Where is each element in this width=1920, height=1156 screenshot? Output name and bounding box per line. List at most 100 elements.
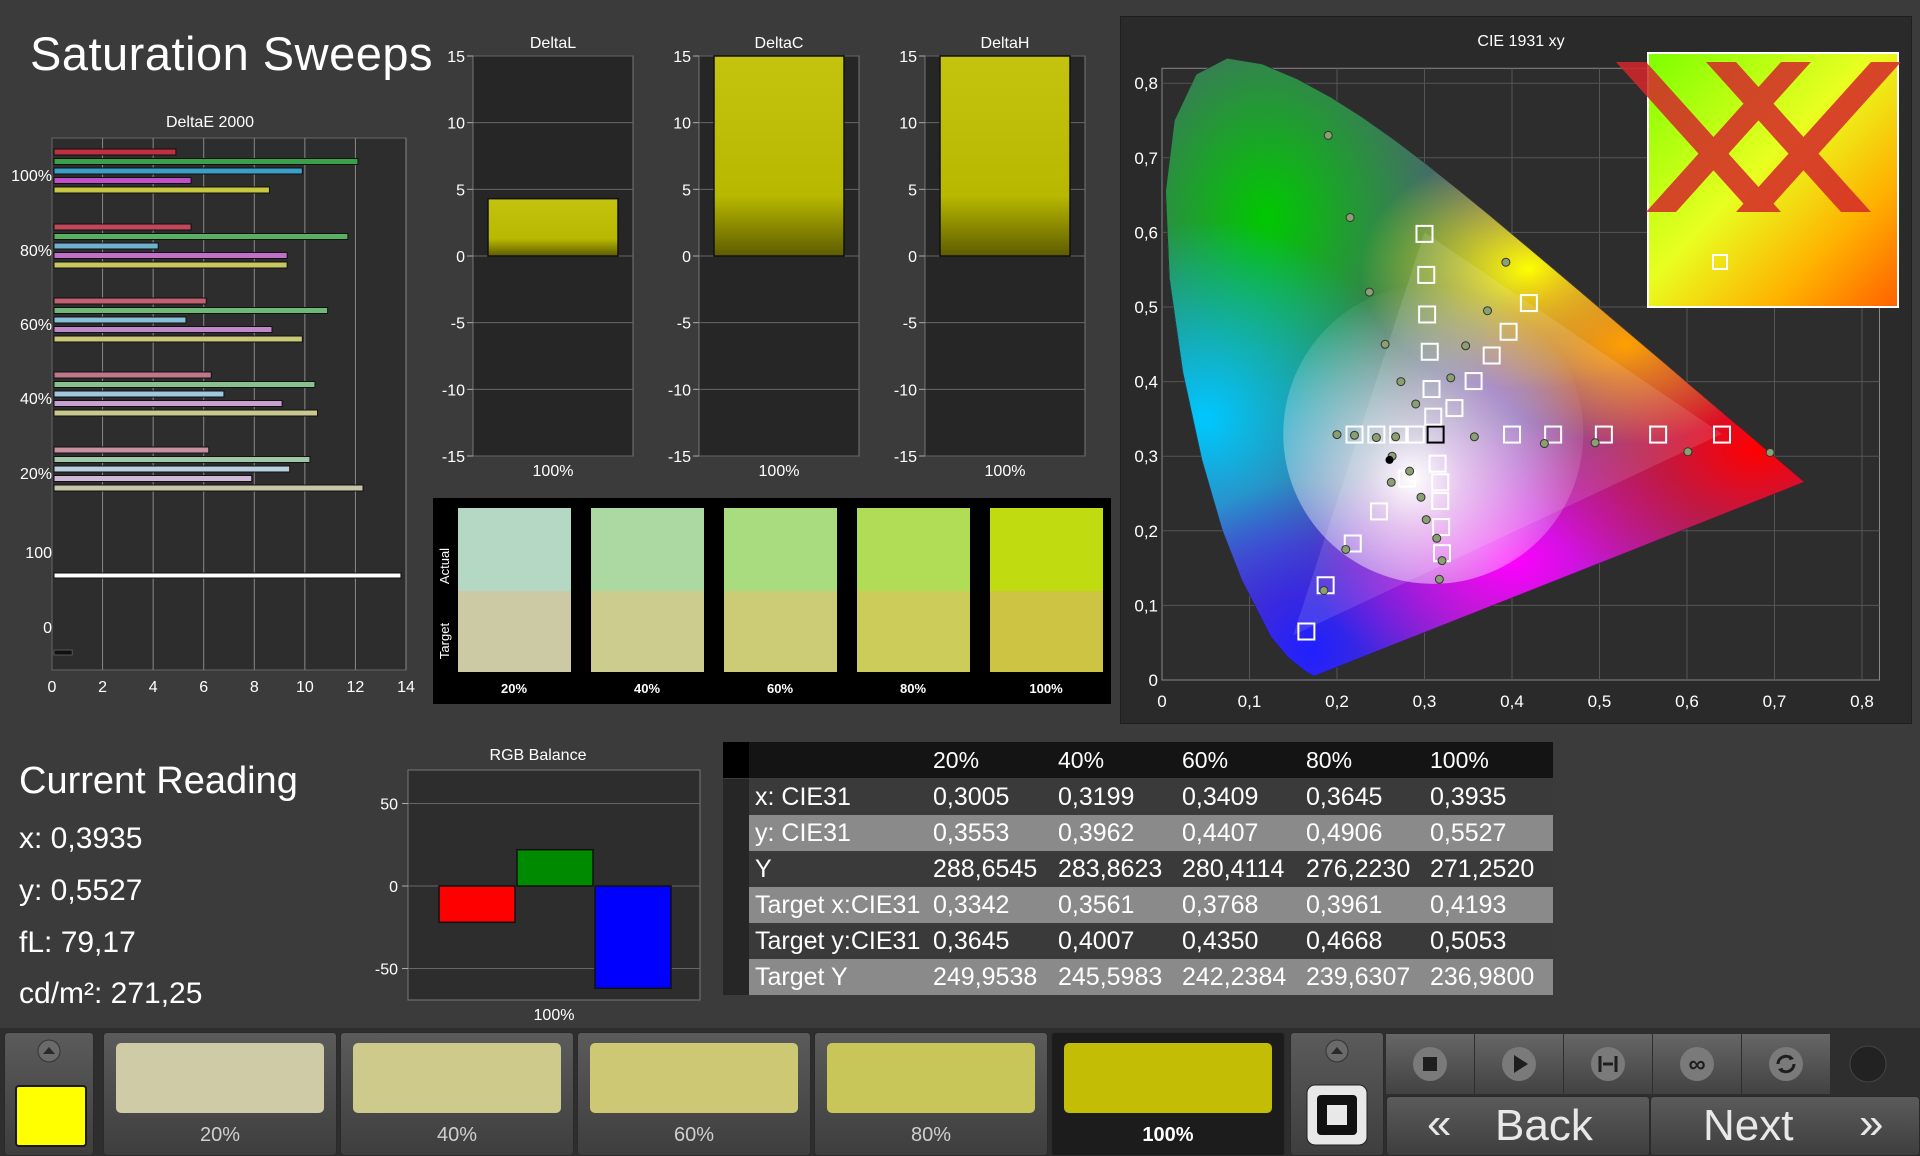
table-cell: 0,4193 — [1430, 891, 1507, 919]
deltae-bar — [53, 148, 177, 156]
actual-swatch — [458, 508, 571, 591]
actual-swatch — [857, 508, 970, 591]
reading-x: x: 0,3935 — [19, 822, 143, 855]
cie-panel: CIE 1931 xy 0 0,1 0,2 0,3 0,4 0,5 0,6 0,7 0,8 0 0,… — [1120, 16, 1912, 724]
table-cell: 0,3768 — [1182, 891, 1259, 919]
deltae-bar — [53, 252, 288, 259]
table-cell: 0,3409 — [1182, 783, 1259, 811]
deltae-bar — [53, 409, 318, 417]
cie-measured-point — [1364, 287, 1374, 297]
rgb-tick-label: 0 — [389, 879, 398, 896]
cie-measured-point — [1469, 432, 1479, 442]
cie-x-tick: 0,8 — [1850, 692, 1874, 711]
deltae-bar — [53, 335, 303, 343]
cie-measured-point — [1446, 373, 1456, 383]
table-row: y: CIE31 0,3553 0,3962 0,4407 0,4906 0,5527 — [723, 815, 1553, 851]
cie-measured-point — [1483, 306, 1492, 316]
current-reading-title: Current Reading — [19, 760, 298, 802]
deltae-bar — [53, 297, 207, 305]
cie-measured-point — [1323, 130, 1333, 140]
table-cell: 0,4350 — [1182, 927, 1259, 955]
cie-measured-point — [1371, 433, 1381, 443]
cie-measured-point — [1416, 492, 1426, 502]
delta-chart-label: 100% — [533, 463, 574, 480]
cie-y-tick: 0,1 — [1134, 596, 1158, 615]
step-button-40pct[interactable]: 40% — [340, 1032, 574, 1156]
deltae-bar — [53, 223, 192, 231]
table-row-label: y: CIE31 — [755, 819, 851, 847]
refresh-icon — [1769, 1047, 1803, 1081]
table-cell: 283,8623 — [1058, 855, 1163, 883]
cie-measured-point — [1539, 439, 1549, 449]
table-row: Target x:CIE31 0,3342 0,3561 0,3768 0,3961 0,… — [723, 887, 1553, 923]
next-button[interactable]: Next » — [1650, 1096, 1920, 1156]
delta-chart-deltac: DeltaC 15 10 5 0 -5 -10 -15 100% — [668, 35, 860, 480]
delta-tick-label: 10 — [447, 116, 465, 133]
target-swatch — [724, 591, 837, 672]
step-swatch — [353, 1043, 561, 1113]
delta-chart-title: DeltaH — [981, 35, 1030, 52]
table-cell: 245,5983 — [1058, 963, 1163, 991]
cie-y-tick: 0 — [1149, 671, 1158, 690]
table-row-label: Target x:CIE31 — [755, 891, 921, 919]
step-button-100pct[interactable]: 100% — [1051, 1032, 1285, 1156]
measure-range-button[interactable] — [1564, 1034, 1653, 1094]
deltae-bar — [53, 326, 273, 333]
cie-y-tick: 0,4 — [1134, 373, 1158, 392]
table-row-marker — [723, 815, 749, 851]
delta-tick-label: -10 — [894, 382, 917, 399]
step-button-60pct[interactable]: 60% — [577, 1032, 811, 1156]
actual-swatch — [990, 508, 1103, 591]
back-button[interactable]: « Back — [1386, 1096, 1650, 1156]
table-cell: 239,6307 — [1306, 963, 1411, 991]
delta-tick-label: -5 — [903, 316, 917, 333]
deltae-white-label: 100 — [25, 545, 52, 562]
target-label: Target — [437, 623, 452, 660]
step-swatch — [827, 1043, 1035, 1113]
step-label: 40% — [436, 1124, 478, 1146]
cie-x-tick: 0,5 — [1588, 692, 1612, 711]
step-button-80pct[interactable]: 80% — [814, 1032, 1048, 1156]
delta-tick-label: 10 — [673, 116, 691, 133]
delta-tick-label: 15 — [899, 49, 917, 66]
deltae-x-tick: 10 — [296, 679, 314, 696]
delta-chart-label: 100% — [759, 463, 800, 480]
delta-chart-title: DeltaL — [530, 35, 576, 52]
actual-swatch — [724, 508, 837, 591]
cie-measured-point — [1386, 477, 1396, 487]
target-swatch — [458, 591, 571, 672]
step-button-20pct[interactable]: 20% — [103, 1032, 337, 1156]
cie-y-tick: 0,2 — [1134, 522, 1158, 541]
delta-tick-label: 10 — [899, 116, 917, 133]
delta-tick-label: -5 — [677, 316, 691, 333]
color-select-button[interactable] — [4, 1032, 94, 1156]
comparison-panel: Actual Target 20% 40% 60% 80% 100% — [433, 498, 1111, 704]
target-swatch — [990, 591, 1103, 672]
table-cell: 0,3645 — [933, 927, 1010, 955]
deltae-x-tick: 14 — [397, 679, 415, 696]
table-cell: 280,4114 — [1182, 855, 1285, 883]
deltae-x-tick: 2 — [98, 679, 107, 696]
continuous-button[interactable]: ∞ — [1653, 1034, 1742, 1094]
rgb-balance-chart: RGB Balance 50 0 -50 100% — [375, 747, 701, 1024]
table-header-cell: 40% — [1058, 747, 1105, 773]
table-cell: 0,3553 — [933, 819, 1010, 847]
table-cell: 0,5527 — [1430, 819, 1507, 847]
refresh-button[interactable] — [1742, 1034, 1831, 1094]
target-swatch — [591, 591, 704, 672]
deltae-x-tick: 0 — [48, 679, 57, 696]
deltae-bar — [53, 381, 316, 388]
infinity-icon: ∞ — [1680, 1047, 1714, 1081]
deltae-bar — [53, 307, 329, 314]
deltae-bar — [53, 484, 364, 492]
reading-fl: fL: 79,17 — [19, 926, 136, 959]
step-label: 80% — [910, 1124, 952, 1146]
readings-table: 20% 40% 60% 80% 100% x: CIE31 0,3005 0,3199 0,3… — [723, 742, 1553, 998]
stop-button[interactable] — [1386, 1034, 1475, 1094]
cie-measured-point — [1461, 341, 1471, 351]
delta-tick-label: -15 — [668, 449, 691, 466]
cie-measured-point — [1319, 585, 1329, 595]
target-swatch — [857, 591, 970, 672]
stop-reading-button[interactable] — [1290, 1032, 1384, 1156]
play-button[interactable] — [1475, 1034, 1564, 1094]
